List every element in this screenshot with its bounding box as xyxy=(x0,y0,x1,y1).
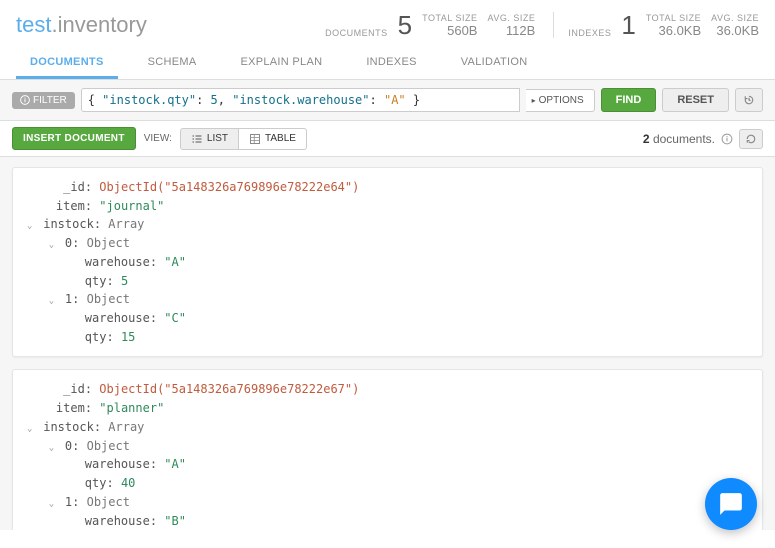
list-view-button[interactable]: LIST xyxy=(180,128,239,150)
reset-button[interactable]: RESET xyxy=(662,88,729,112)
refresh-icon xyxy=(745,133,757,145)
table-view-button[interactable]: TABLE xyxy=(239,128,307,150)
indexes-stats: INDEXES 1 TOTAL SIZE 36.0KB AVG. SIZE 36… xyxy=(553,12,759,38)
list-icon xyxy=(191,133,203,145)
view-label: VIEW: xyxy=(144,133,172,144)
chat-icon xyxy=(718,491,744,517)
collection-stats: DOCUMENTS 5 TOTAL SIZE 560B AVG. SIZE 11… xyxy=(311,12,759,38)
db-name: test xyxy=(16,12,51,37)
tab-documents[interactable]: DOCUMENTS xyxy=(16,46,118,79)
info-icon[interactable] xyxy=(721,133,733,145)
chat-button[interactable] xyxy=(705,478,757,530)
filter-info-icon xyxy=(20,95,30,105)
result-count: 2 documents. xyxy=(643,129,763,149)
table-icon xyxy=(249,133,261,145)
view-toggle: LIST TABLE xyxy=(180,128,307,150)
filter-input[interactable]: { "instock.qty": 5, "instock.warehouse":… xyxy=(81,88,520,112)
tab-validation[interactable]: VALIDATION xyxy=(447,46,542,79)
options-button[interactable]: ▸OPTIONS xyxy=(526,89,595,112)
query-bar: FILTER { "instock.qty": 5, "instock.ware… xyxy=(0,80,775,121)
toolbar: INSERT DOCUMENT VIEW: LIST TABLE 2 docum… xyxy=(0,121,775,157)
history-button[interactable] xyxy=(735,88,763,112)
history-icon xyxy=(743,94,755,106)
document-card[interactable]: _id: ObjectId("5a148326a769896e78222e67"… xyxy=(12,369,763,530)
documents-stats: DOCUMENTS 5 TOTAL SIZE 560B AVG. SIZE 11… xyxy=(311,12,535,38)
tabs: DOCUMENTS SCHEMA EXPLAIN PLAN INDEXES VA… xyxy=(0,46,775,80)
insert-document-button[interactable]: INSERT DOCUMENT xyxy=(12,127,136,150)
namespace: test.inventory xyxy=(16,12,147,38)
tab-explain-plan[interactable]: EXPLAIN PLAN xyxy=(226,46,336,79)
tab-indexes[interactable]: INDEXES xyxy=(352,46,430,79)
document-list[interactable]: _id: ObjectId("5a148326a769896e78222e64"… xyxy=(0,157,775,530)
tab-schema[interactable]: SCHEMA xyxy=(134,46,211,79)
find-button[interactable]: FIND xyxy=(601,88,657,112)
collection-name: inventory xyxy=(58,12,147,37)
filter-pill[interactable]: FILTER xyxy=(12,92,75,109)
refresh-button[interactable] xyxy=(739,129,763,149)
document-card[interactable]: _id: ObjectId("5a148326a769896e78222e64"… xyxy=(12,167,763,357)
header: test.inventory DOCUMENTS 5 TOTAL SIZE 56… xyxy=(0,0,775,46)
